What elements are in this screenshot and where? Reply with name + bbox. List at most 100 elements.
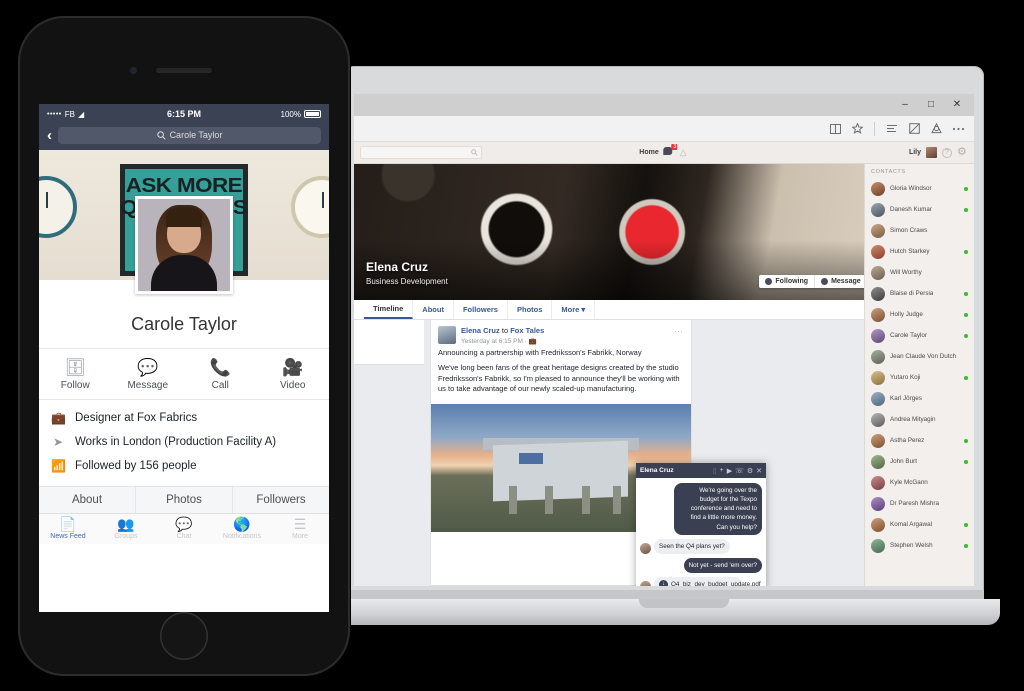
phone-icon: 📞 <box>209 358 231 377</box>
contact-name: Blaise di Persia <box>890 290 934 297</box>
contacts-sidebar: CONTACTS Gloria Windsor Danesh Kumar Simon… <box>864 164 974 586</box>
close-button[interactable]: ✕ <box>944 95 970 115</box>
chat-file-attachment[interactable]: ↓ Q4_biz_dev_budget_update.pdf <box>654 576 761 586</box>
favorites-star-icon[interactable] <box>847 119 867 139</box>
back-chevron-icon[interactable]: ‹ <box>47 128 52 143</box>
profile-avatar[interactable] <box>135 196 233 294</box>
message-icon <box>821 278 829 285</box>
contact-row[interactable]: Karl Jörges <box>865 388 974 409</box>
tab-followers[interactable]: Followers <box>454 300 508 319</box>
online-status-dot <box>964 186 968 191</box>
signal-dots: ••••• <box>47 110 62 118</box>
info-work-text: Designer at Fox Fabrics <box>75 412 198 424</box>
tab-more[interactable]: ☰ More <box>271 517 329 541</box>
post-more-icon[interactable]: ⋯ <box>674 326 684 345</box>
call-button[interactable]: 📞 Call <box>184 349 257 399</box>
contact-row[interactable]: Simon Craws <box>865 220 974 241</box>
contact-row[interactable]: Astha Perez <box>865 430 974 451</box>
contact-row[interactable]: Dr Paresh Mishra <box>865 493 974 514</box>
tab-followers[interactable]: Followers <box>233 487 329 513</box>
following-label: Following <box>775 278 809 285</box>
info-row-location[interactable]: ➤ Works in London (Production Facility A… <box>51 430 317 454</box>
reading-view-icon[interactable] <box>825 119 845 139</box>
online-status-dot <box>964 522 968 527</box>
gear-icon[interactable]: ⚙ <box>747 467 753 475</box>
post-author-name[interactable]: Elena Cruz <box>461 326 500 335</box>
minimize-button[interactable]: – <box>892 95 918 115</box>
tab-chat[interactable]: 💬 Chat <box>155 517 213 541</box>
share-icon[interactable] <box>926 119 946 139</box>
contact-row[interactable]: Gloria Windsor <box>865 178 974 199</box>
contact-row[interactable]: Hutch Starkey <box>865 241 974 262</box>
add-person-icon[interactable]: + <box>720 467 724 474</box>
web-note-icon[interactable] <box>904 119 924 139</box>
home-button[interactable] <box>160 612 208 660</box>
video-badge-icon[interactable]: ▯ <box>713 467 717 475</box>
online-status-dot <box>964 355 968 359</box>
messages-icon[interactable]: 3 <box>663 144 678 158</box>
contact-avatar <box>871 307 885 322</box>
laptop-device: – □ ✕ Home 3 △ Lily ? ⚙ Elena Cruz Busin… <box>330 66 1024 626</box>
post-page-name[interactable]: Fox Tales <box>510 326 544 335</box>
video-button[interactable]: 🎥 Video <box>257 349 330 399</box>
search-input[interactable]: Carole Taylor <box>58 126 321 144</box>
info-row-followers[interactable]: 📶 Followed by 156 people <box>51 454 317 478</box>
contact-row[interactable]: Stephen Welsh <box>865 535 974 556</box>
contact-avatar <box>871 454 885 469</box>
profile-cover: Elena Cruz Business Development Followin… <box>354 164 896 300</box>
facebook-search-input[interactable] <box>360 146 482 159</box>
tab-about[interactable]: About <box>413 300 454 319</box>
contact-row[interactable]: Blaise di Persia <box>865 283 974 304</box>
tab-photos[interactable]: Photos <box>508 300 553 319</box>
contact-row[interactable]: Yutaro Koji <box>865 367 974 388</box>
contact-row[interactable]: Holly Judge <box>865 304 974 325</box>
tab-groups[interactable]: 👥 Groups <box>97 517 155 541</box>
following-button[interactable]: Following <box>759 275 816 288</box>
contact-row[interactable]: Komal Argawal <box>865 514 974 535</box>
current-user-name[interactable]: Lily <box>909 149 921 156</box>
phone-screen: ••••• FB ◢ 6:15 PM 100% ‹ Carole Taylor <box>39 104 329 612</box>
post-timestamp[interactable]: Yesterday at 6:15 PM · 💼 <box>461 337 544 345</box>
bell-icon[interactable]: △ <box>680 147 689 158</box>
contact-row[interactable]: Will Worthy <box>865 262 974 283</box>
contact-row[interactable]: Andrea Mityagin <box>865 409 974 430</box>
boathouse-stilt <box>581 486 590 515</box>
contact-name: Dr Paresh Mishra <box>890 500 939 507</box>
avatar[interactable] <box>926 147 937 158</box>
home-link[interactable]: Home <box>639 149 658 156</box>
hub-icon[interactable] <box>882 119 902 139</box>
contact-row[interactable]: Carole Taylor <box>865 325 974 346</box>
chat-bubble-incoming: Seen the Q4 plans yet? <box>654 538 730 554</box>
help-icon[interactable]: ? <box>942 147 952 158</box>
info-row-work[interactable]: 💼 Designer at Fox Fabrics <box>51 406 317 430</box>
contact-avatar <box>871 244 885 259</box>
maximize-button[interactable]: □ <box>918 95 944 115</box>
location-arrow-icon: ➤ <box>52 435 64 449</box>
contact-avatar <box>871 349 885 364</box>
post-author-avatar[interactable] <box>438 326 456 344</box>
close-icon[interactable]: ✕ <box>756 467 762 475</box>
tab-photos[interactable]: Photos <box>136 487 233 513</box>
post-byline: Elena Cruz to Fox Tales <box>461 326 544 336</box>
contact-row[interactable]: Jean Claude Von Dutch <box>865 346 974 367</box>
contacts-list[interactable]: Gloria Windsor Danesh Kumar Simon Craws Hut… <box>865 178 974 586</box>
tab-more[interactable]: More ▾ <box>552 300 596 319</box>
video-camera-icon[interactable]: ▶ <box>727 467 732 475</box>
more-icon[interactable] <box>948 119 968 139</box>
tab-notifications[interactable]: 🌎 Notifications <box>213 517 271 541</box>
search-icon <box>156 130 166 140</box>
facebook-navbar: Home 3 △ Lily ? ⚙ <box>354 142 974 164</box>
contact-name: Karl Jörges <box>890 395 922 402</box>
tab-news-feed[interactable]: 📄 News Feed <box>39 517 97 541</box>
phone-icon[interactable]: ☏ <box>735 467 744 475</box>
tab-about[interactable]: About <box>39 487 136 513</box>
message-button[interactable]: Message <box>815 275 868 288</box>
gear-icon[interactable]: ⚙ <box>957 147 968 158</box>
contact-row[interactable]: Kyle McGann <box>865 472 974 493</box>
contact-row[interactable]: Danesh Kumar <box>865 199 974 220</box>
timeline-feed: Elena Cruz to Fox Tales Yesterday at 6:1… <box>354 320 896 586</box>
follow-button[interactable]: 🗄 Follow <box>39 349 112 399</box>
contact-row[interactable]: John Burt <box>865 451 974 472</box>
tab-timeline[interactable]: Timeline <box>364 300 414 319</box>
message-button[interactable]: 💬 Message <box>112 349 185 399</box>
